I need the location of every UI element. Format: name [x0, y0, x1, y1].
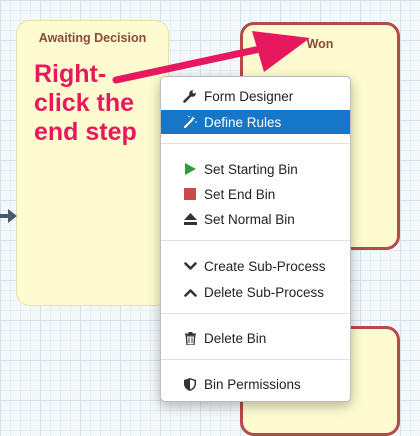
magic-wand-icon [182, 114, 198, 130]
menu-item-label: Delete Bin [204, 330, 267, 346]
menu-item-label: Form Designer [204, 88, 294, 104]
chevron-up-icon [182, 284, 198, 300]
shield-icon [182, 376, 198, 392]
tutorial-callout: Right- click the end step [34, 60, 137, 146]
trash-icon [182, 330, 198, 346]
menu-divider [161, 359, 350, 360]
menu-divider [161, 313, 350, 314]
eject-icon [182, 211, 198, 227]
menu-item-delete-sub-process[interactable]: Delete Sub-Process [161, 280, 350, 304]
red-square-icon [182, 186, 198, 202]
menu-item-bin-permissions[interactable]: Bin Permissions [161, 372, 350, 396]
menu-divider [161, 240, 350, 241]
menu-divider [161, 143, 350, 144]
menu-item-form-designer[interactable]: Form Designer [161, 84, 350, 108]
chevron-down-icon [182, 258, 198, 274]
menu-item-define-rules[interactable]: Define Rules [161, 110, 350, 134]
menu-item-create-sub-process[interactable]: Create Sub-Process [161, 254, 350, 278]
menu-item-label: Set End Bin [204, 186, 276, 202]
menu-item-set-starting-bin[interactable]: Set Starting Bin [161, 157, 350, 181]
bin-title: Awaiting Decision [38, 31, 147, 45]
connector-arrow-icon [0, 209, 17, 223]
menu-item-label: Define Rules [204, 114, 282, 130]
play-triangle-icon [182, 161, 198, 177]
menu-item-label: Delete Sub-Process [204, 284, 325, 300]
wrench-icon [182, 88, 198, 104]
menu-item-label: Set Starting Bin [204, 161, 298, 177]
menu-item-label: Bin Permissions [204, 376, 301, 392]
bin-context-menu: Form Designer Define Rules Set Starting … [160, 76, 351, 402]
menu-item-delete-bin[interactable]: Delete Bin [161, 326, 350, 350]
menu-item-label: Create Sub-Process [204, 258, 326, 274]
bin-title: Won [306, 37, 334, 51]
menu-item-label: Set Normal Bin [204, 211, 295, 227]
menu-item-set-end-bin[interactable]: Set End Bin [161, 182, 350, 206]
menu-item-set-normal-bin[interactable]: Set Normal Bin [161, 207, 350, 231]
